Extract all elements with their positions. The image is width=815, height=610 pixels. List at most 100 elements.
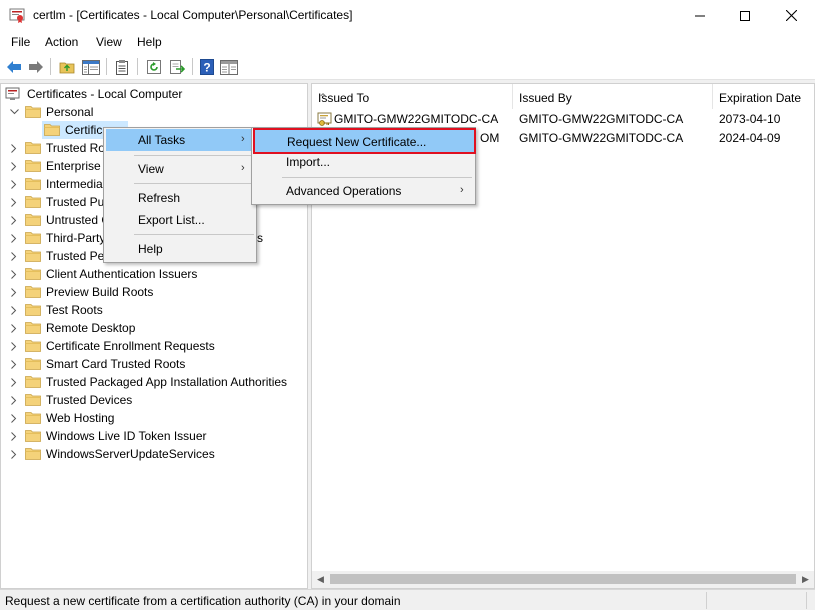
cell-issued-by: GMITO-GMW22GMITODC-CA	[519, 112, 684, 126]
up-one-level-button[interactable]	[57, 57, 77, 77]
cell-issued-to: GMITO-GMW22GMITODC-CA	[334, 112, 499, 126]
tree-root-label: Certificates - Local Computer	[27, 87, 183, 101]
chevron-right-icon[interactable]	[9, 286, 19, 298]
menu-separator	[282, 177, 472, 178]
tree-root[interactable]: Certificates - Local Computer	[1, 85, 307, 103]
chevron-right-icon[interactable]	[9, 250, 19, 262]
tree-item[interactable]: Certificate Enrollment Requests	[1, 337, 307, 355]
tree-item[interactable]: Test Roots	[1, 301, 307, 319]
tree-item-label: Smart Card Trusted Roots	[46, 357, 186, 371]
menu-item-advanced-operations[interactable]: Advanced Operations ›	[254, 180, 473, 202]
help-button[interactable]: ?	[197, 57, 217, 77]
chevron-right-icon[interactable]	[9, 394, 19, 406]
menu-item-all-tasks[interactable]: All Tasks ›	[106, 129, 254, 151]
menu-item-view[interactable]: View ›	[106, 158, 254, 180]
chevron-right-icon[interactable]	[9, 358, 19, 370]
tree-item[interactable]: Smart Card Trusted Roots	[1, 355, 307, 373]
column-header-expiration-date[interactable]: Expiration Date	[713, 84, 814, 109]
minimize-icon	[695, 15, 705, 16]
tree-item[interactable]: Trusted Devices	[1, 391, 307, 409]
show-hide-tree-button[interactable]	[81, 57, 101, 77]
context-menu: All Tasks › View › Refresh Export List..…	[103, 127, 257, 263]
tree-item[interactable]: Preview Build Roots	[1, 283, 307, 301]
status-divider	[706, 592, 707, 609]
chevron-right-icon[interactable]	[9, 268, 19, 280]
menu-item-label: Advanced Operations	[286, 184, 402, 198]
tree-item-label: Untrusted C	[46, 213, 111, 227]
menu-item-label: Refresh	[138, 191, 181, 205]
console-view-button[interactable]	[219, 57, 239, 77]
tree-item-label: Trusted Peo	[46, 249, 111, 263]
column-header-issued-to[interactable]: Issued To ⌃	[312, 84, 513, 109]
scrollbar-thumb[interactable]	[330, 574, 796, 584]
chevron-right-icon[interactable]	[9, 376, 19, 388]
chevron-right-icon[interactable]	[9, 430, 19, 442]
menu-item-export-list[interactable]: Export List...	[106, 209, 254, 231]
export-list-button[interactable]	[167, 57, 187, 77]
cell-expiration-date: 2073-04-10	[719, 112, 781, 126]
chevron-right-icon[interactable]	[9, 160, 19, 172]
tree-item[interactable]: WindowsServerUpdateServices	[1, 445, 307, 463]
menu-view[interactable]: View	[96, 35, 122, 49]
chevron-right-icon[interactable]	[9, 214, 19, 226]
certificate-app-icon	[9, 7, 25, 23]
chevron-right-icon[interactable]	[9, 340, 19, 352]
folder-icon	[25, 213, 41, 226]
chevron-right-icon[interactable]	[9, 448, 19, 460]
forward-icon	[29, 61, 43, 73]
properties-icon	[116, 60, 128, 75]
chevron-right-icon[interactable]	[9, 178, 19, 190]
tree-item[interactable]: Trusted Packaged App Installation Author…	[1, 373, 307, 391]
tree-item-label: Web Hosting	[46, 411, 115, 425]
menu-file[interactable]: File	[11, 35, 30, 49]
chevron-right-icon[interactable]	[9, 232, 19, 244]
menu-item-help[interactable]: Help	[106, 238, 254, 260]
tree-item-personal[interactable]: Personal	[1, 103, 307, 121]
folder-icon	[25, 177, 41, 190]
chevron-right-icon[interactable]	[9, 412, 19, 424]
status-divider	[806, 592, 807, 609]
tree-item[interactable]: Windows Live ID Token Issuer	[1, 427, 307, 445]
cell-issued-by: GMITO-GMW22GMITODC-CA	[519, 131, 684, 145]
chevron-right-icon[interactable]	[9, 322, 19, 334]
back-button[interactable]	[4, 57, 24, 77]
show-hide-tree-icon	[82, 59, 100, 75]
tree-item-label: Trusted Pul	[46, 195, 107, 209]
tree-item[interactable]: Client Authentication Issuers	[1, 265, 307, 283]
up-folder-icon	[59, 62, 75, 74]
menu-separator	[134, 155, 254, 156]
minimize-button[interactable]	[677, 0, 723, 31]
folder-icon	[25, 429, 41, 442]
folder-icon	[25, 321, 41, 334]
folder-icon	[25, 375, 41, 388]
maximize-button[interactable]	[722, 0, 768, 31]
tree-item-label: Trusted Ro	[46, 141, 105, 155]
scroll-left-icon[interactable]: ◀	[312, 572, 329, 587]
tree-item[interactable]: Web Hosting	[1, 409, 307, 427]
menu-item-import[interactable]: Import...	[254, 151, 473, 173]
maximize-icon	[740, 10, 750, 21]
refresh-button[interactable]	[144, 57, 164, 77]
help-icon: ?	[200, 59, 214, 75]
chevron-right-icon[interactable]	[9, 142, 19, 154]
horizontal-scrollbar[interactable]: ◀ ▶	[312, 571, 814, 588]
toolbar-separator	[106, 58, 107, 75]
menu-help[interactable]: Help	[137, 35, 162, 49]
console-icon	[220, 59, 238, 75]
scroll-right-icon[interactable]: ▶	[797, 572, 814, 587]
chevron-down-icon[interactable]	[9, 106, 19, 118]
chevron-right-icon[interactable]	[9, 196, 19, 208]
list-row[interactable]: GMITO-GMW22GMITODC-CA GMITO-GMW22GMITODC…	[312, 109, 814, 128]
forward-button[interactable]	[26, 57, 46, 77]
column-header-issued-by[interactable]: Issued By	[513, 84, 713, 109]
properties-button[interactable]	[112, 57, 132, 77]
menu-item-refresh[interactable]: Refresh	[106, 187, 254, 209]
tree-item[interactable]: Remote Desktop	[1, 319, 307, 337]
folder-icon	[25, 105, 41, 118]
back-icon	[7, 61, 21, 73]
folder-icon	[44, 123, 60, 136]
close-button[interactable]	[768, 0, 814, 31]
menu-action[interactable]: Action	[45, 35, 78, 49]
title-bar: certlm - [Certificates - Local Computer\…	[0, 0, 815, 31]
chevron-right-icon[interactable]	[9, 304, 19, 316]
